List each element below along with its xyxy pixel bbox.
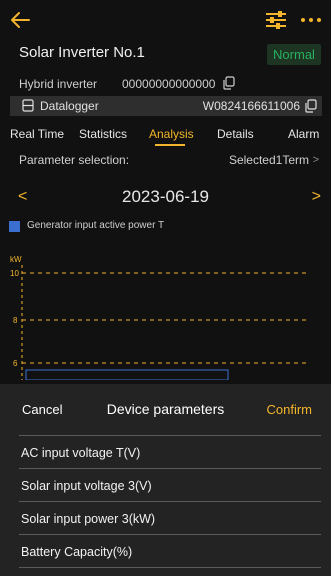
datalogger-bar[interactable]: Datalogger W0824166611006	[10, 96, 322, 116]
option-label: Battery Capacity(%)	[21, 545, 133, 559]
tab-analysis[interactable]: Analysis	[149, 127, 194, 141]
option-label: AC input voltage T(V)	[21, 446, 141, 460]
device-parameters-sheet: Cancel Device parameters Confirm AC inpu…	[0, 384, 331, 576]
option-item[interactable]: AC input voltage T(V)	[19, 436, 321, 469]
date-display[interactable]: 2023-06-19	[0, 187, 331, 207]
active-tab-indicator	[155, 144, 185, 146]
copy-icon[interactable]	[222, 76, 236, 90]
y-tick-label: 10	[10, 269, 19, 278]
option-item[interactable]: Solar input power 3(kW)	[19, 502, 321, 535]
chart-bar-outline	[25, 369, 229, 380]
device-title: Solar Inverter No.1	[19, 44, 145, 61]
tab-real-time[interactable]: Real Time	[10, 127, 64, 141]
tab-details[interactable]: Details	[217, 127, 254, 141]
status-badge: Normal	[267, 44, 321, 65]
legend-swatch	[9, 221, 20, 232]
sliders-icon[interactable]	[264, 10, 288, 30]
more-dots-icon[interactable]	[300, 12, 322, 28]
tab-statistics[interactable]: Statistics	[79, 127, 127, 141]
parameter-selection-label: Parameter selection:	[19, 153, 130, 167]
datalogger-id: W0824166611006	[202, 99, 300, 113]
option-item[interactable]: Solar input voltage 3(V)	[19, 469, 321, 502]
parameter-selection-value[interactable]: Selected1Term	[229, 153, 309, 167]
option-label: Solar input voltage 3(V)	[21, 479, 152, 493]
option-item[interactable]: Battery Capacity(%)	[19, 535, 321, 568]
chart-area: kW 10 8 6	[10, 255, 310, 380]
datalogger-label: Datalogger	[40, 99, 99, 113]
legend-label: Generator input active power T	[27, 220, 165, 231]
serial-number: 00000000000000	[122, 77, 216, 91]
chevron-right-icon: >	[312, 154, 319, 166]
copy-icon[interactable]	[304, 99, 318, 113]
device-type: Hybrid inverter	[19, 77, 98, 91]
next-date-button[interactable]: >	[312, 188, 321, 206]
tab-alarm[interactable]: Alarm	[288, 127, 319, 141]
datalogger-icon	[22, 99, 34, 112]
top-bar	[0, 0, 331, 40]
back-arrow-icon[interactable]	[8, 8, 32, 32]
y-tick-label: 6	[13, 359, 18, 368]
y-tick-label: 8	[13, 316, 18, 325]
tab-bar: Real Time Statistics Analysis Details Al…	[0, 127, 331, 147]
confirm-button[interactable]: Confirm	[266, 402, 312, 417]
option-label: Solar input power 3(kW)	[21, 512, 156, 526]
chart-unit-label: kW	[10, 255, 22, 264]
